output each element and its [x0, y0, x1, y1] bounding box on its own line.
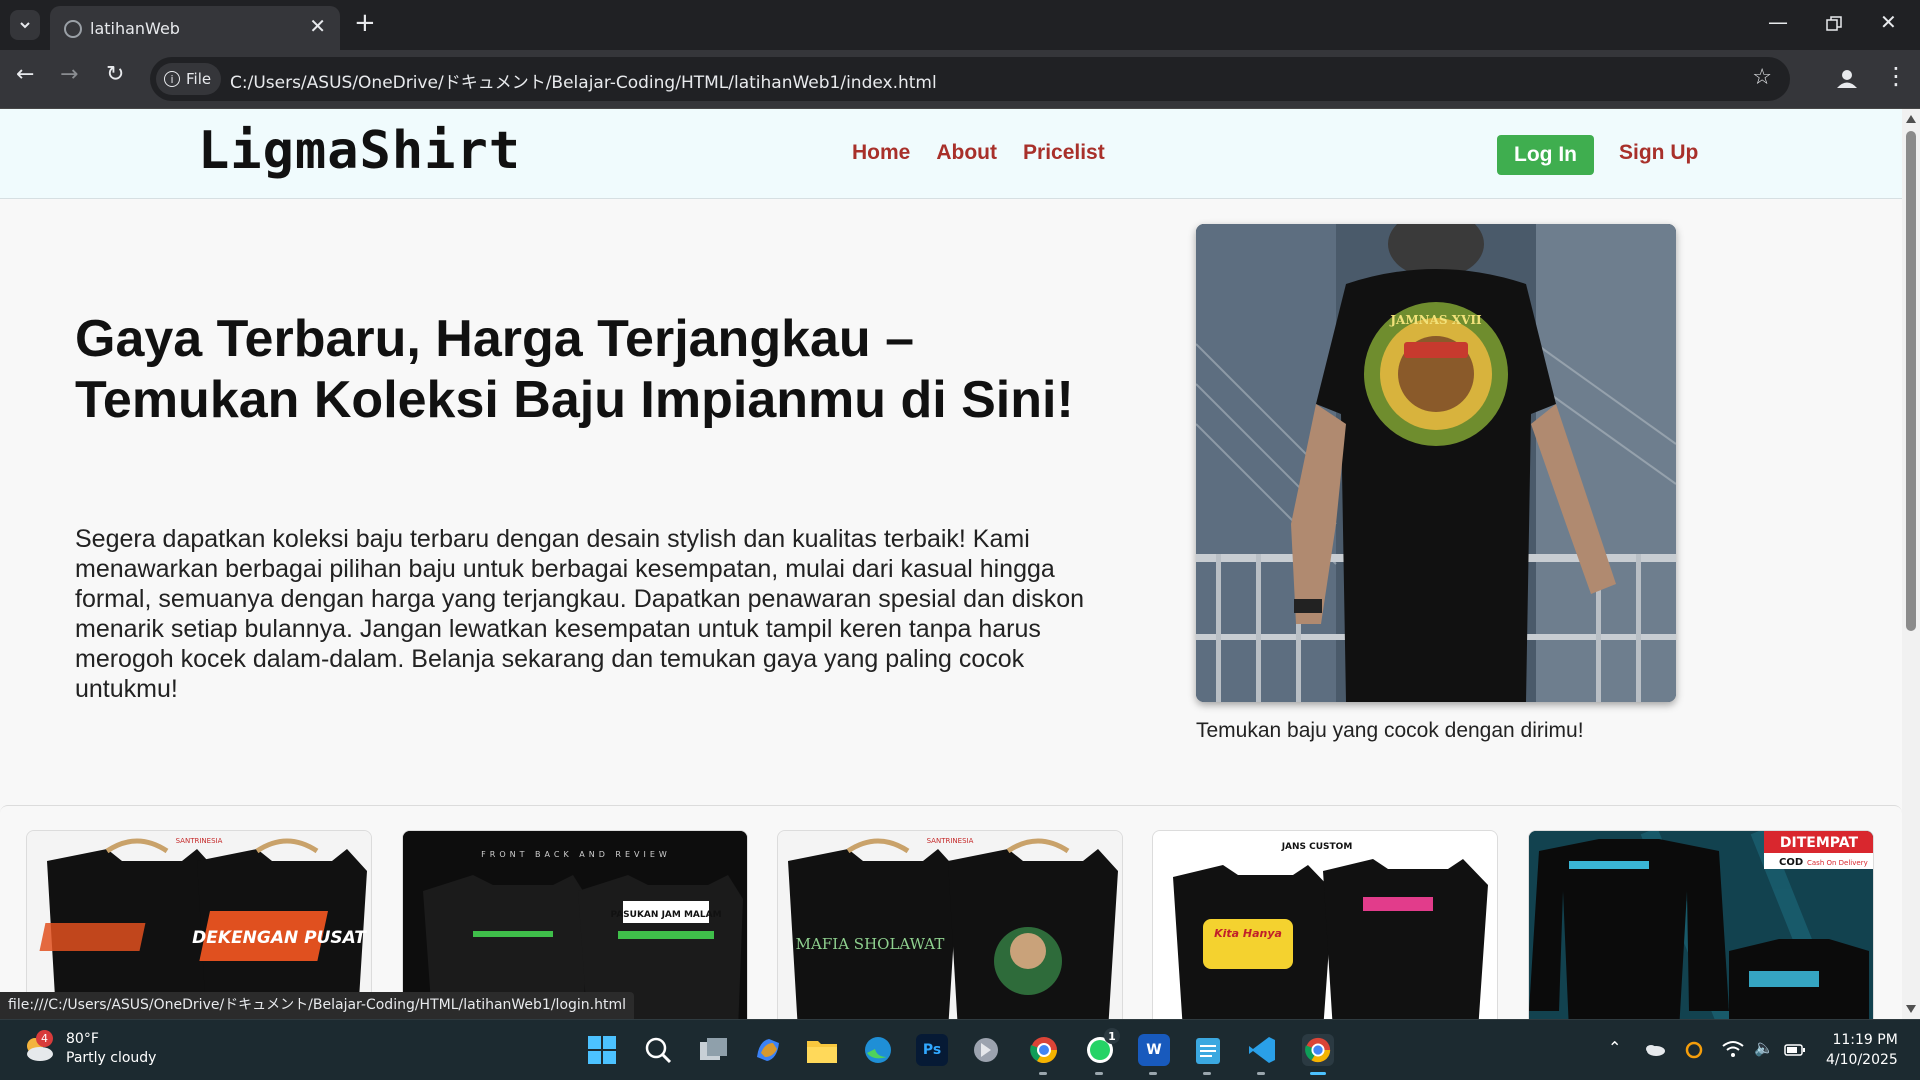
product-brand: FRONT BACK AND REVIEW	[481, 850, 671, 859]
start-icon[interactable]	[586, 1034, 618, 1066]
weather-widget[interactable]: 4 80°F Partly cloudy	[22, 1030, 156, 1068]
wifi-icon[interactable]	[1722, 1040, 1744, 1058]
browser-tab[interactable]: latihanWeb ✕	[50, 6, 340, 50]
address-bar[interactable]: i File C:/Users/ASUS/OneDrive/ドキュメント/Bel…	[150, 57, 1790, 101]
onedrive-icon[interactable]	[1644, 1042, 1666, 1056]
volume-icon[interactable]: 🔈	[1754, 1038, 1774, 1057]
edge-icon[interactable]	[862, 1034, 894, 1066]
page-viewport: LigmaShirt Home About Pricelist Log In S…	[0, 109, 1902, 1019]
nav-pricelist-link[interactable]: Pricelist	[1023, 141, 1105, 165]
copilot-icon[interactable]	[752, 1034, 784, 1066]
notepad-icon[interactable]	[1192, 1034, 1224, 1066]
hero-title: Gaya Terbaru, Harga Terjangkau – Temukan…	[75, 310, 1074, 429]
product-badge-sub: COD	[1779, 857, 1803, 868]
file-explorer-icon[interactable]	[806, 1034, 838, 1066]
product-brand: SANTRINESIA	[927, 837, 974, 845]
whatsapp-badge: 1	[1104, 1028, 1120, 1044]
restore-button[interactable]	[1826, 16, 1842, 32]
hero-photo-illustration: JAMNAS XVII	[1196, 224, 1676, 702]
reload-button[interactable]: ↻	[106, 64, 124, 86]
tab-strip: latihanWeb ✕ + — ✕	[0, 0, 1920, 50]
photoshop-icon[interactable]: Ps	[916, 1034, 948, 1066]
scroll-down-arrow-icon[interactable]	[1906, 1005, 1916, 1013]
close-tab-icon[interactable]: ✕	[309, 16, 326, 36]
close-window-button[interactable]: ✕	[1880, 10, 1897, 34]
profile-icon[interactable]	[1832, 64, 1862, 94]
running-indicator	[1039, 1072, 1047, 1075]
minimize-button[interactable]: —	[1768, 10, 1788, 34]
product-card[interactable]: DITEMPAT COD Cash On Delivery	[1528, 830, 1874, 1019]
site-header: LigmaShirt Home About Pricelist Log In S…	[0, 109, 1902, 199]
browser-toolbar: ← → ↻ i File C:/Users/ASUS/OneDrive/ドキュメ…	[0, 50, 1920, 109]
chrome-profile-icon[interactable]	[1028, 1034, 1060, 1066]
login-button[interactable]: Log In	[1497, 135, 1594, 175]
running-indicator	[1149, 1072, 1157, 1075]
running-indicator	[1203, 1072, 1211, 1075]
whatsapp-icon[interactable]: 1	[1084, 1028, 1120, 1066]
chevron-down-icon	[20, 22, 30, 29]
hero-description: Segera dapatkan koleksi baju terbaru den…	[75, 525, 1084, 703]
taskbar: 4 80°F Partly cloudy Ps 1 W ⌃ 🔈 11:19 PM…	[0, 1019, 1920, 1080]
back-button[interactable]: ←	[16, 64, 34, 86]
bookmark-star-icon[interactable]: ☆	[1752, 65, 1772, 90]
forward-button[interactable]: →	[60, 64, 78, 86]
site-info-chip[interactable]: i File	[156, 63, 222, 95]
product-badge-sub2: Cash On Delivery	[1807, 859, 1868, 867]
show-hidden-icons-icon[interactable]: ⌃	[1608, 1038, 1621, 1057]
product-gallery: SANTRINESIA DEKENGAN PUSAT FRONT BACK AN…	[0, 805, 1902, 1019]
partly-cloudy-icon: 4	[22, 1030, 56, 1064]
menu-kebab-icon[interactable]: ⋮	[1884, 62, 1908, 90]
main-nav: Home About Pricelist	[852, 141, 1105, 165]
page-scrollbar[interactable]	[1902, 109, 1920, 1019]
search-icon[interactable]	[642, 1034, 674, 1066]
nav-home-link[interactable]: Home	[852, 141, 910, 165]
running-indicator	[1095, 1072, 1103, 1075]
product-brand: JANS CUSTOM	[1281, 842, 1353, 852]
tab-search-button[interactable]	[10, 10, 40, 40]
tab-title: latihanWeb	[90, 19, 180, 38]
word-icon[interactable]: W	[1138, 1034, 1170, 1066]
product-card[interactable]: FRONT BACK AND REVIEW PASUKAN JAM MALAM	[402, 830, 748, 1019]
product-print: MAFIA SHOLAWAT	[796, 935, 945, 953]
clock-time: 11:19 PM	[1832, 1032, 1898, 1048]
app-icon[interactable]	[970, 1034, 1002, 1066]
product-print: DEKENGAN PUSAT	[192, 928, 367, 948]
site-info-label: File	[186, 70, 212, 88]
weather-description: Partly cloudy	[66, 1050, 157, 1066]
scroll-up-arrow-icon[interactable]	[1906, 115, 1916, 123]
product-brand: SANTRINESIA	[176, 837, 223, 845]
product-card[interactable]: SANTRINESIA MAFIA SHOLAWAT	[777, 830, 1123, 1019]
globe-icon	[64, 20, 82, 38]
site-logo[interactable]: LigmaShirt	[198, 121, 521, 181]
signup-link[interactable]: Sign Up	[1619, 141, 1698, 165]
hero-image-caption: Temukan baju yang cocok dengan dirimu!	[1196, 719, 1584, 742]
product-card[interactable]: SANTRINESIA DEKENGAN PUSAT	[26, 830, 372, 1019]
battery-icon[interactable]	[1784, 1044, 1806, 1056]
weather-alert-badge: 4	[36, 1030, 53, 1047]
running-indicator	[1257, 1072, 1265, 1075]
product-print: PASUKAN JAM MALAM	[610, 910, 721, 920]
clock-date: 4/10/2025	[1826, 1052, 1898, 1068]
system-clock[interactable]: 11:19 PM 4/10/2025	[1826, 1030, 1898, 1070]
product-card[interactable]: JANS CUSTOM Kita Hanya	[1152, 830, 1498, 1019]
new-tab-button[interactable]: +	[354, 10, 376, 36]
info-icon: i	[164, 71, 180, 87]
product-print: Kita Hanya	[1214, 927, 1282, 940]
hero-image: JAMNAS XVII	[1196, 224, 1676, 702]
shirt-print-text: JAMNAS XVII	[1389, 313, 1482, 327]
weather-temperature: 80°F	[66, 1031, 99, 1047]
product-badge: DITEMPAT	[1780, 835, 1859, 851]
link-status-bubble: file:///C:/Users/ASUS/OneDrive/ドキュメント/Be…	[0, 992, 634, 1019]
chrome-icon[interactable]	[1302, 1034, 1334, 1066]
sync-icon[interactable]	[1684, 1040, 1704, 1060]
scroll-thumb[interactable]	[1906, 131, 1916, 631]
url-text[interactable]: C:/Users/ASUS/OneDrive/ドキュメント/Belajar-Co…	[230, 68, 937, 93]
active-indicator	[1310, 1072, 1326, 1075]
task-view-icon[interactable]	[698, 1034, 730, 1066]
nav-about-link[interactable]: About	[936, 141, 997, 165]
vscode-icon[interactable]	[1246, 1034, 1278, 1066]
